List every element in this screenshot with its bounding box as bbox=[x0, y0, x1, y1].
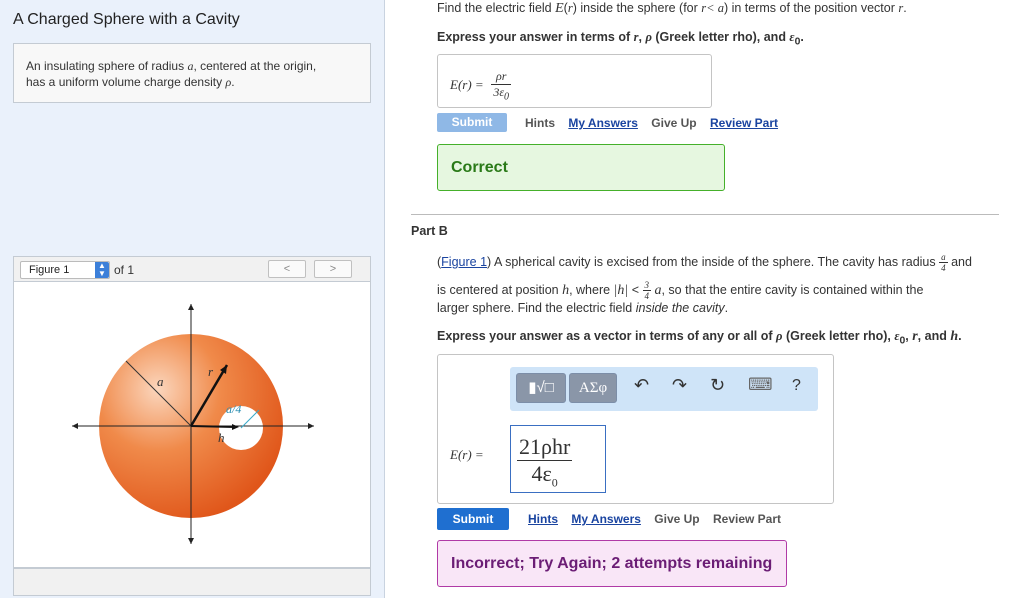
label-a: a bbox=[157, 374, 164, 389]
partB-answer-box: ▮√□ ΑΣφ ↶ ↷ ↻ ⌨ ? E(r) = 21ρhr 4ε0 bbox=[437, 354, 834, 504]
partA-submit-button[interactable]: Submit bbox=[437, 113, 507, 132]
partA-feedback-correct: Correct bbox=[437, 144, 725, 191]
partB-feedback-incorrect: Incorrect; Try Again; 2 attempts remaini… bbox=[437, 540, 787, 587]
partB-hints-link[interactable]: Hints bbox=[528, 512, 558, 526]
part-divider bbox=[411, 214, 999, 215]
greek-symbols-button[interactable]: ΑΣφ bbox=[569, 373, 617, 403]
template-button[interactable]: ▮√□ bbox=[516, 373, 566, 403]
label-h: h bbox=[218, 430, 225, 445]
sphere-figure: a r h a/4 bbox=[72, 304, 314, 544]
partA-answer-fraction: ρr 3ε0 bbox=[491, 69, 512, 103]
partA-review-part-link[interactable]: Review Part bbox=[710, 116, 778, 130]
select-arrow-icon: ▲ ▼ bbox=[95, 262, 109, 278]
partB-instructions: Express your answer as a vector in terms… bbox=[437, 329, 962, 347]
partA-prompt: Find the electric field E(r) inside the … bbox=[437, 1, 907, 16]
partB-answer-input[interactable]: 21ρhr 4ε0 bbox=[510, 425, 606, 493]
partB-my-answers-link[interactable]: My Answers bbox=[571, 512, 641, 526]
partB-give-up-link[interactable]: Give Up bbox=[654, 512, 699, 526]
partA-give-up-link[interactable]: Give Up bbox=[651, 116, 696, 130]
redo-icon[interactable]: ↷ bbox=[672, 375, 687, 396]
reset-icon[interactable]: ↻ bbox=[710, 375, 725, 396]
figure-link[interactable]: Figure 1 bbox=[441, 255, 487, 269]
figure-next-button[interactable]: > bbox=[314, 260, 352, 278]
partB-submit-button[interactable]: Submit bbox=[437, 508, 509, 530]
partB-text-line3: larger sphere. Find the electric field i… bbox=[437, 301, 729, 315]
problem-intro: An insulating sphere of radius a, center… bbox=[13, 43, 371, 103]
partB-heading: Part B bbox=[411, 224, 448, 238]
help-icon[interactable]: ? bbox=[792, 377, 801, 395]
partA-instructions: Express your answer in terms of r, ρ (Gr… bbox=[437, 30, 804, 48]
figure-toolbar: Figure 1 ▲ ▼ of 1 < > bbox=[13, 256, 371, 282]
partA-answer-box: E(r) = ρr 3ε0 bbox=[437, 54, 712, 108]
partB-review-part-link[interactable]: Review Part bbox=[713, 512, 781, 526]
partB-links: Hints My Answers Give Up Review Part bbox=[528, 512, 791, 526]
figure-prev-button[interactable]: < bbox=[268, 260, 306, 278]
math-toolbar: ▮√□ ΑΣφ ↶ ↷ ↻ ⌨ ? bbox=[510, 367, 818, 411]
figure-canvas: a r h a/4 bbox=[13, 282, 371, 568]
figure-count: of 1 bbox=[114, 263, 135, 277]
keyboard-icon[interactable]: ⌨ bbox=[748, 375, 773, 395]
main-content: Find the electric field E(r) inside the … bbox=[386, 0, 1021, 598]
problem-sidebar: A Charged Sphere with a Cavity An insula… bbox=[0, 0, 385, 598]
undo-icon[interactable]: ↶ bbox=[634, 375, 649, 396]
figure-select[interactable]: Figure 1 ▲ ▼ bbox=[20, 261, 110, 279]
partA-links: Hints My Answers Give Up Review Part bbox=[525, 116, 788, 130]
partA-my-answers-link[interactable]: My Answers bbox=[568, 116, 638, 130]
partA-hints-link[interactable]: Hints bbox=[525, 116, 555, 130]
h-vector bbox=[190, 425, 236, 428]
figure-footer bbox=[13, 568, 371, 596]
partB-text-line1: (Figure 1) A spherical cavity is excised… bbox=[437, 252, 972, 273]
partB-answer-lhs: E(r) = bbox=[450, 447, 484, 462]
partB-text-line2: is centered at position h, where |h| < 3… bbox=[437, 280, 924, 301]
label-cavity-radius: a/4 bbox=[226, 402, 241, 416]
problem-title: A Charged Sphere with a Cavity bbox=[13, 11, 240, 28]
